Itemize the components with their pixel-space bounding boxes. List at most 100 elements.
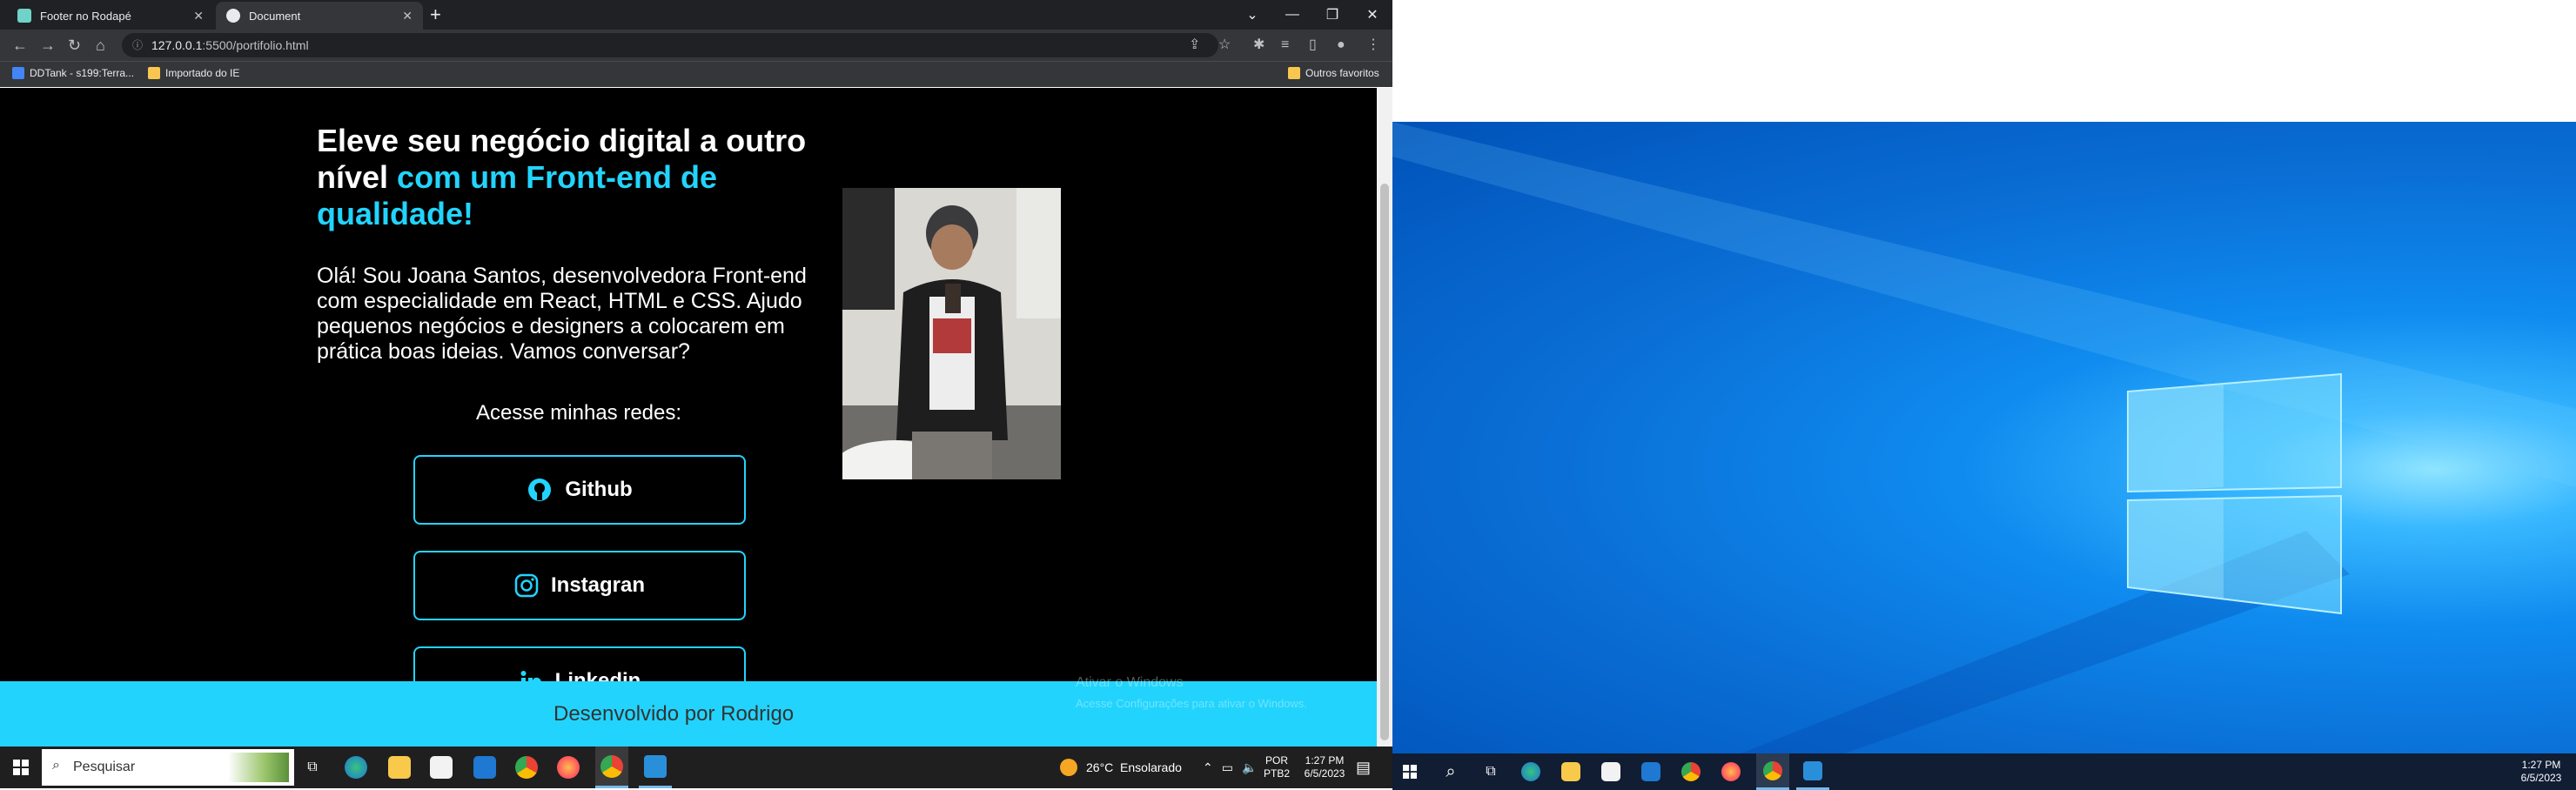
reload-icon[interactable]: ↻ bbox=[68, 37, 81, 54]
forward-icon[interactable]: → bbox=[40, 37, 56, 54]
address-bar[interactable]: ⓘ 127.0.0.1:5500/portifolio.html bbox=[122, 33, 1218, 57]
edge-icon[interactable] bbox=[1516, 753, 1546, 790]
clock-time: 1:27 PM bbox=[1305, 754, 1345, 767]
url-host: 127.0.0.1 bbox=[151, 38, 203, 52]
restore-button[interactable]: ❐ bbox=[1312, 0, 1352, 30]
windows-logo-wallpaper bbox=[1392, 122, 2576, 753]
volume-icon[interactable]: 🔈 bbox=[1242, 760, 1257, 775]
social-title: Acesse minhas redes: bbox=[475, 401, 682, 425]
bookmark-ddtank[interactable]: DDTank - s199:Terra... bbox=[12, 67, 134, 79]
tab-title: Document bbox=[249, 9, 301, 23]
start-button-right[interactable] bbox=[1392, 753, 1427, 790]
side-panel-icon[interactable]: ▯ bbox=[1309, 37, 1317, 54]
chrome-active-icon[interactable] bbox=[1756, 753, 1789, 790]
share-icon[interactable]: ⇪ bbox=[1189, 37, 1200, 54]
language-indicator[interactable]: POR PTB2 bbox=[1264, 746, 1290, 788]
vscode-icon[interactable] bbox=[639, 746, 672, 788]
bookmark-importado[interactable]: Importado do IE bbox=[148, 67, 239, 79]
close-tab-icon[interactable]: ✕ bbox=[402, 9, 413, 23]
task-view-icon[interactable]: ⧉ bbox=[298, 746, 327, 788]
instagram-icon bbox=[514, 573, 539, 598]
taskbar-right: ⌕ ⧉ 1:27 PM 6/5/2023 bbox=[1392, 753, 2576, 790]
lang-layout: PTB2 bbox=[1264, 767, 1291, 780]
instagram-label: Instagran bbox=[550, 573, 646, 597]
taskbar-left: ⌕ Pesquisar ⧉ 26°C Ensolarado ⌃ ▭ 🔈 POR … bbox=[0, 746, 1392, 788]
chrome-icon[interactable] bbox=[1676, 753, 1706, 790]
store-icon[interactable] bbox=[1596, 753, 1626, 790]
firefox-icon[interactable] bbox=[1716, 753, 1746, 790]
start-button[interactable] bbox=[0, 746, 42, 788]
system-tray-icons[interactable]: ⌃ ▭ 🔈 bbox=[1203, 746, 1257, 788]
info-icon[interactable]: ⓘ bbox=[132, 33, 143, 57]
folder-icon bbox=[1288, 67, 1300, 79]
network-icon[interactable]: ▭ bbox=[1222, 760, 1233, 775]
tab-title: Footer no Rodapé bbox=[40, 9, 131, 23]
search-icon: ⌕ bbox=[52, 758, 60, 773]
weather-text: 26°C Ensolarado bbox=[1086, 760, 1182, 774]
other-bookmarks[interactable]: Outros favoritos bbox=[1288, 67, 1379, 79]
activation-title: Ativar o Windows bbox=[1076, 675, 1184, 690]
home-icon[interactable]: ⌂ bbox=[96, 37, 105, 54]
desktop-wallpaper bbox=[1392, 122, 2576, 753]
tab-document[interactable]: Document ✕ bbox=[216, 2, 423, 30]
tab-footer[interactable]: Footer no Rodapé ✕ bbox=[7, 2, 214, 30]
tab-search-icon[interactable]: ⌄ bbox=[1232, 0, 1272, 30]
clock-right[interactable]: 1:27 PM 6/5/2023 bbox=[2515, 753, 2567, 790]
bookmark-label: DDTank - s199:Terra... bbox=[30, 67, 135, 79]
web-page: Eleve seu negócio digital a outro nível … bbox=[0, 88, 1377, 746]
notifications-icon[interactable]: ▤ bbox=[1356, 746, 1371, 788]
reading-list-icon[interactable]: ≡ bbox=[1281, 37, 1289, 54]
tab-strip: Footer no Rodapé ✕ Document ✕ + ⌄ — ❐ ✕ bbox=[0, 0, 1392, 30]
headline: Eleve seu negócio digital a outro nível … bbox=[317, 123, 839, 232]
page-scrollbar[interactable] bbox=[1377, 88, 1392, 746]
search-icon[interactable]: ⌕ bbox=[1436, 753, 1466, 790]
profile-avatar[interactable]: ● bbox=[1337, 37, 1345, 54]
file-explorer-icon[interactable] bbox=[385, 746, 414, 788]
new-tab-button[interactable]: + bbox=[430, 5, 441, 24]
instagram-button[interactable]: Instagran bbox=[413, 551, 746, 620]
store-icon[interactable] bbox=[426, 746, 456, 788]
taskbar-search-box[interactable]: ⌕ Pesquisar bbox=[42, 749, 294, 786]
scrollbar-thumb[interactable] bbox=[1380, 184, 1389, 740]
back-icon[interactable]: ← bbox=[12, 37, 28, 54]
github-icon bbox=[528, 479, 552, 501]
tab-favicon-icon bbox=[17, 9, 31, 23]
task-view-icon[interactable]: ⧉ bbox=[1476, 753, 1506, 790]
close-window-button[interactable]: ✕ bbox=[1352, 0, 1392, 30]
url-path: :5500/portifolio.html bbox=[202, 38, 309, 52]
menu-icon[interactable]: ⋮ bbox=[1366, 37, 1380, 54]
vscode-icon[interactable] bbox=[1796, 753, 1829, 790]
activation-subtitle: Acesse Configurações para ativar o Windo… bbox=[1076, 697, 1307, 710]
extensions-icon[interactable]: ✱ bbox=[1253, 37, 1265, 54]
clock[interactable]: 1:27 PM 6/5/2023 bbox=[1300, 746, 1349, 788]
activation-watermark: Ativar o Windows Acesse Configurações pa… bbox=[1076, 673, 1307, 714]
mail-icon[interactable] bbox=[1636, 753, 1666, 790]
footer-text: Desenvolvido por Rodrigo bbox=[553, 702, 795, 726]
mail-icon[interactable] bbox=[470, 746, 500, 788]
bookmark-favicon-icon bbox=[12, 67, 24, 79]
profile-photo bbox=[842, 188, 1061, 479]
file-explorer-icon[interactable] bbox=[1556, 753, 1586, 790]
windows-icon bbox=[1403, 765, 1417, 779]
lang-code: POR bbox=[1265, 754, 1289, 767]
github-button[interactable]: Github bbox=[413, 455, 746, 525]
sun-icon bbox=[1060, 759, 1077, 776]
chrome-icon[interactable] bbox=[512, 746, 541, 788]
clock-date: 6/5/2023 bbox=[2520, 772, 2562, 784]
firefox-icon[interactable] bbox=[553, 746, 583, 788]
chevron-up-icon[interactable]: ⌃ bbox=[1203, 760, 1213, 775]
search-highlight-image bbox=[228, 753, 289, 782]
edge-icon[interactable] bbox=[341, 746, 371, 788]
bookmark-star-icon[interactable]: ☆ bbox=[1218, 37, 1231, 54]
globe-icon bbox=[226, 9, 240, 23]
hero-text: Eleve seu negócio digital a outro nível … bbox=[317, 123, 856, 365]
address-toolbar: ← → ↻ ⌂ ⓘ 127.0.0.1:5500/portifolio.html… bbox=[0, 30, 1392, 61]
right-monitor: ⌕ ⧉ 1:27 PM 6/5/2023 bbox=[1392, 0, 2576, 790]
minimize-button[interactable]: — bbox=[1272, 0, 1312, 30]
intro-paragraph: Olá! Sou Joana Santos, desenvolvedora Fr… bbox=[317, 264, 807, 364]
close-tab-icon[interactable]: ✕ bbox=[193, 9, 204, 23]
clock-time: 1:27 PM bbox=[2521, 759, 2561, 771]
weather-widget[interactable]: 26°C Ensolarado bbox=[1060, 746, 1182, 788]
chrome-active-icon[interactable] bbox=[595, 746, 628, 788]
windows-icon bbox=[13, 760, 29, 775]
